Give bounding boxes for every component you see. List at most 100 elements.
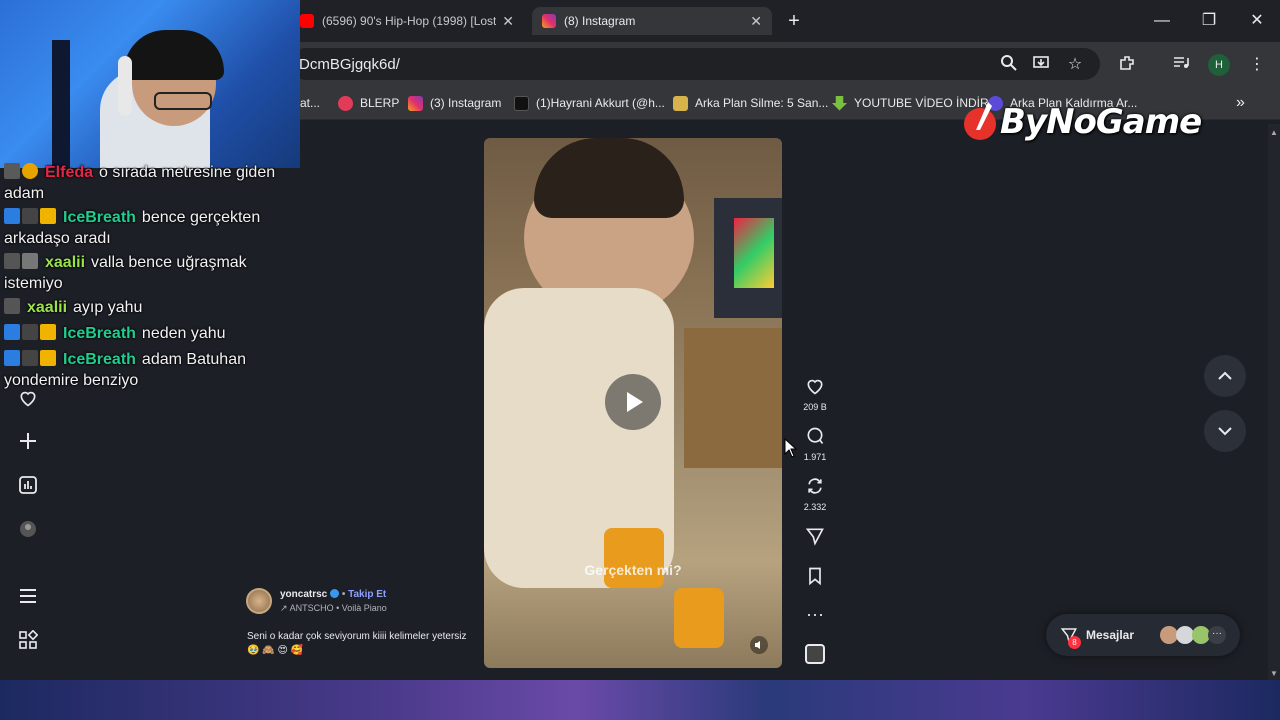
bookmark-item[interactable]: (3) Instagram [408, 94, 501, 112]
tab-instagram[interactable]: (8) Instagram ✕ [532, 7, 772, 35]
comment-icon [800, 426, 830, 450]
extensions-icon[interactable] [1116, 54, 1138, 76]
chat-message: IceBreath bence gerçekten arkadaşo aradı [4, 208, 296, 248]
stream-frame-bottom [0, 680, 1280, 720]
profile-avatar[interactable]: H [1208, 54, 1230, 76]
menu-kebab-icon[interactable]: ⋮ [1246, 54, 1268, 76]
next-reel-button[interactable] [1204, 410, 1246, 452]
repost-count: 2.332 [803, 502, 827, 512]
author-avatar[interactable] [246, 588, 272, 614]
send-icon [800, 526, 830, 550]
bynogame-logo: ByNoGame [962, 100, 1202, 144]
chat-username: xaalii [27, 299, 68, 316]
minimize-button[interactable]: — [1145, 8, 1179, 34]
reel-description: Seni o kadar çok seviyorum kiiii kelimel… [247, 631, 467, 656]
mute-icon[interactable] [750, 636, 768, 654]
bookmark-label: Arka Plan Silme: 5 San... [695, 96, 829, 110]
repost-icon [800, 476, 830, 500]
share-action[interactable] [800, 526, 830, 550]
chat-username: IceBreath [63, 325, 136, 342]
chat-message: IceBreath neden yahu [4, 324, 296, 345]
chat-username: xaalii [45, 254, 86, 271]
chat-badges [4, 324, 58, 345]
bookmark-item[interactable]: (1)Hayrani Akkurt (@h... [514, 94, 665, 112]
bookmark-item[interactable]: at... [300, 94, 320, 112]
mouse-cursor-icon [784, 437, 798, 463]
messages-label: Mesajlar [1086, 628, 1135, 642]
chat-badges [4, 350, 58, 371]
repost-action[interactable]: 2.332 [800, 476, 830, 512]
chat-message: xaalii ayıp yahu [4, 298, 296, 319]
audio-cover-icon [805, 644, 825, 664]
comment-action[interactable]: 1.971 [800, 426, 830, 462]
stats-icon[interactable] [16, 475, 40, 499]
download-arrow-icon [832, 95, 847, 111]
menu-icon[interactable] [16, 586, 40, 610]
bookmark-label: (3) Instagram [430, 96, 502, 110]
previous-reel-button[interactable] [1204, 355, 1246, 397]
heart-icon[interactable] [16, 388, 40, 412]
like-action[interactable]: 209 B [800, 376, 830, 412]
chat-badges [4, 298, 22, 319]
video-caption-overlay: Gerçekten mi? [584, 562, 682, 578]
chat-text: valla bence uğraşmak istemiyo [4, 254, 247, 292]
bookmark-item[interactable]: BLERP [338, 94, 399, 112]
tab-title: (6596) 90's Hip-Hop (1998) [Lost D [322, 14, 497, 28]
messages-button[interactable]: 8 Mesajlar ··· [1046, 614, 1240, 656]
bookmark-label: BLERP [360, 96, 400, 110]
youtube-icon [300, 14, 314, 28]
address-bar[interactable] [290, 48, 1100, 80]
audio-arrow-icon: ↗ [280, 602, 288, 613]
zoom-icon[interactable] [998, 54, 1020, 76]
streamer-webcam [0, 0, 300, 168]
maximize-button[interactable]: ❐ [1192, 8, 1226, 34]
heart-icon [800, 376, 830, 400]
chat-message: Elfeda o sırada metresine giden adam [4, 163, 296, 203]
play-button[interactable] [605, 374, 661, 430]
chat-message: IceBreath adam Batuhan yondemire benziyo [4, 350, 296, 390]
chat-text: neden yahu [141, 325, 226, 342]
bookmarks-overflow-button[interactable]: » [1236, 94, 1245, 112]
chat-badges [4, 253, 40, 274]
messages-badge: 8 [1068, 636, 1081, 649]
bookmark-icon [800, 566, 830, 590]
reel-author: yoncatrsc • Takip Et ↗ ANTSCHO • Voilà P… [246, 588, 466, 614]
chat-username: Elfeda [45, 164, 94, 181]
close-tab-icon[interactable]: ✕ [750, 13, 762, 30]
bookmark-item[interactable]: Arka Plan Silme: 5 San... [673, 94, 828, 112]
audio-thumbnail[interactable] [800, 644, 830, 664]
tiktok-icon [514, 95, 529, 111]
blerp-icon [338, 95, 353, 111]
audio-track[interactable]: ANTSCHO • Voilà Piano [290, 603, 387, 613]
close-tab-icon[interactable]: ✕ [502, 13, 514, 30]
follow-button[interactable]: Takip Et [348, 589, 386, 600]
media-control-icon[interactable] [1170, 54, 1192, 76]
chat-badges [4, 208, 58, 229]
chat-username: IceBreath [63, 209, 136, 226]
profile-icon[interactable] [16, 519, 40, 543]
bookmark-star-icon[interactable]: ☆ [1064, 54, 1086, 76]
verified-icon [330, 588, 340, 598]
ellipsis-icon: ··· [806, 604, 824, 624]
tab-title: (8) Instagram [564, 14, 636, 28]
bookmark-label: at... [300, 96, 321, 110]
new-tab-button[interactable]: + [784, 8, 804, 34]
url-text[interactable]: DcmBGjgqk6d/ [299, 56, 400, 73]
author-username[interactable]: yoncatrsc [280, 589, 327, 600]
close-window-button[interactable]: ✕ [1240, 8, 1274, 34]
bookmark-label: (1)Hayrani Akkurt (@h... [536, 96, 665, 110]
more-options-action[interactable]: ··· [800, 604, 830, 624]
apps-icon[interactable] [16, 629, 40, 654]
create-plus-icon[interactable] [16, 431, 40, 455]
comment-count: 1.971 [803, 452, 827, 462]
chat-text: ayıp yahu [73, 299, 143, 316]
save-action[interactable] [800, 566, 830, 590]
layers-icon [673, 95, 688, 111]
instagram-icon [542, 14, 556, 28]
install-app-icon[interactable] [1030, 54, 1052, 76]
more-avatars-icon: ··· [1208, 626, 1226, 644]
instagram-icon [408, 95, 423, 111]
page-scrollbar[interactable]: ▲ ▼ [1268, 124, 1280, 680]
like-count: 209 B [803, 402, 827, 412]
tab-youtube[interactable]: (6596) 90's Hip-Hop (1998) [Lost D ✕ [290, 7, 524, 35]
